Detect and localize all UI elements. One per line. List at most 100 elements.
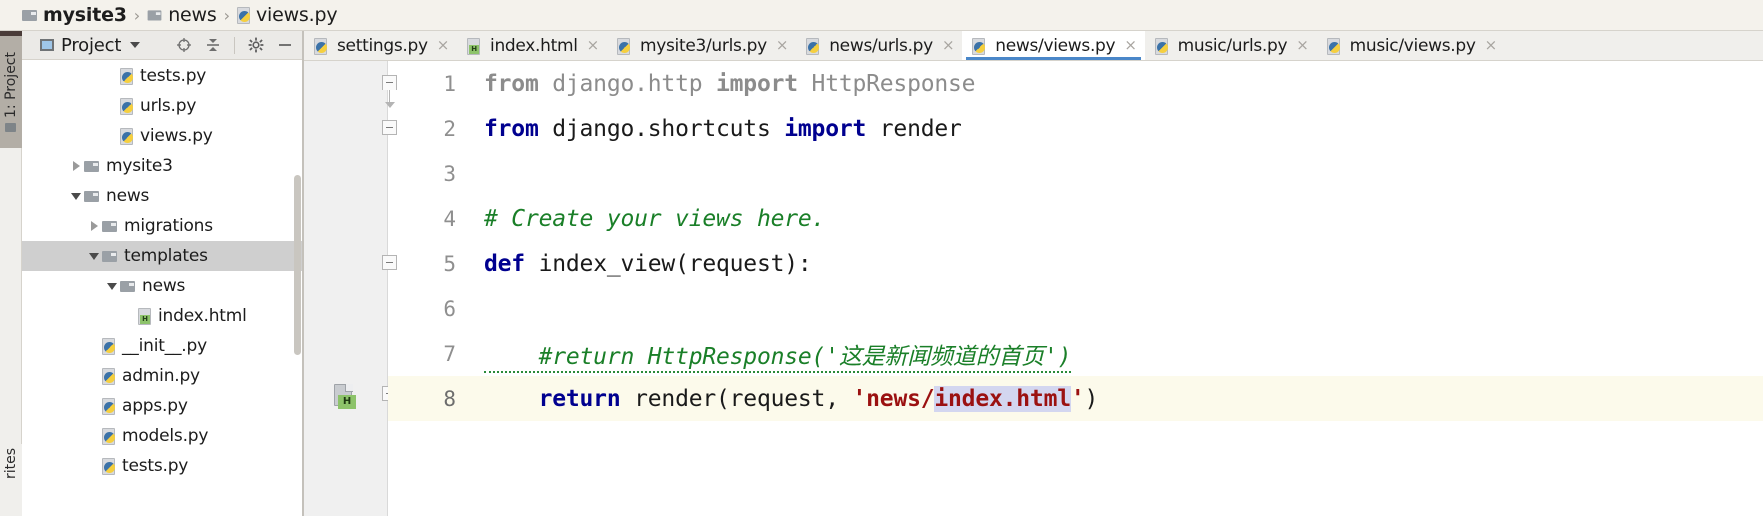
tree-item-tests-py[interactable]: tests.py xyxy=(22,61,303,91)
tree-item-views-py[interactable]: views.py xyxy=(22,121,303,151)
tree-item-tests-py[interactable]: tests.py xyxy=(22,451,303,481)
editor-tab-music-urls-py[interactable]: music/urls.py × xyxy=(1145,31,1317,60)
tree-item-init-py[interactable]: __init__.py xyxy=(22,331,303,361)
breadcrumb-item-mysite3[interactable]: mysite3 xyxy=(22,0,127,31)
collapse-all-icon[interactable] xyxy=(205,37,221,53)
code-editor[interactable]: H 1 from django.http import HttpResponse 2… xyxy=(304,61,1763,516)
tree-item-apps-py[interactable]: apps.py xyxy=(22,391,303,421)
code-token: #return HttpResponse('这是新闻频道的首页') xyxy=(484,343,1072,373)
editor-tab-news-urls-py[interactable]: news/urls.py × xyxy=(796,31,962,60)
close-icon[interactable]: × xyxy=(587,38,600,53)
project-tree-scrollbar[interactable] xyxy=(294,175,301,355)
tree-twisty-collapsed-icon[interactable] xyxy=(86,211,102,241)
editor-tab-music-views-py[interactable]: music/views.py × xyxy=(1317,31,1505,60)
tree-item-urls-py[interactable]: urls.py xyxy=(22,91,303,121)
chevron-down-icon[interactable] xyxy=(130,42,141,48)
code-token: import xyxy=(784,115,867,142)
folder-icon xyxy=(102,250,117,262)
tree-item-label: __init__.py xyxy=(122,336,207,356)
breadcrumb-label: news xyxy=(168,4,217,26)
project-panel-title: Project xyxy=(61,34,122,56)
code-line-8[interactable]: 8 return render(request, 'news/index.htm… xyxy=(388,376,1763,421)
code-text: #return HttpResponse('这是新闻频道的首页') xyxy=(484,337,1072,373)
tree-item-news[interactable]: news xyxy=(22,271,303,301)
tree-twisty-expanded-icon[interactable] xyxy=(104,271,120,301)
editor-tab-mysite3-urls-py[interactable]: mysite3/urls.py × xyxy=(607,31,796,60)
close-icon[interactable]: × xyxy=(1124,38,1137,53)
code-line-3[interactable]: 3 xyxy=(388,151,1763,196)
editor-tab-bar[interactable]: settings.py×index.html×mysite3/urls.py×n… xyxy=(304,31,1763,61)
editor-tab-news-views-py[interactable]: news/views.py × xyxy=(962,31,1145,60)
code-line-1[interactable]: 1 from django.http import HttpResponse xyxy=(388,61,1763,106)
line-number: 8 xyxy=(443,386,456,411)
tree-item-label: news xyxy=(142,276,186,296)
code-line-5[interactable]: 5 def index_view(request): xyxy=(388,241,1763,286)
line-number: 2 xyxy=(443,116,456,141)
close-icon[interactable]: × xyxy=(1485,38,1498,53)
line-number: 4 xyxy=(443,206,456,231)
project-window-icon xyxy=(40,39,54,51)
folder-icon xyxy=(147,9,162,21)
code-line-2[interactable]: 2 from django.shortcuts import render xyxy=(388,106,1763,151)
folder-icon xyxy=(84,190,99,202)
breadcrumb-item-views-py[interactable]: views.py xyxy=(236,0,338,31)
project-panel-header: Project xyxy=(22,31,303,60)
editor-tab-settings-py[interactable]: settings.py × xyxy=(304,31,457,60)
python-file-icon xyxy=(102,398,116,415)
code-text: def index_view(request): xyxy=(484,251,812,277)
code-line-4[interactable]: 4 # Create your views here. xyxy=(388,196,1763,241)
line-number: 3 xyxy=(443,161,456,186)
close-icon[interactable]: × xyxy=(776,38,789,53)
tree-item-news[interactable]: news xyxy=(22,181,303,211)
html-file-gutter-icon[interactable]: H xyxy=(334,384,359,410)
code-token: ) xyxy=(1084,385,1099,412)
tool-window-button-favorites[interactable]: rites xyxy=(0,444,22,516)
tree-twisty-expanded-icon[interactable] xyxy=(86,241,102,271)
breadcrumb-separator-icon: › xyxy=(223,5,230,25)
code-token: render(request, xyxy=(620,385,853,412)
project-tool-window: Project tests.py urls.py views.py mysite… xyxy=(22,31,303,516)
tree-twisty-expanded-icon[interactable] xyxy=(68,181,84,211)
tree-item-migrations[interactable]: migrations xyxy=(22,211,303,241)
tree-item-index-html[interactable]: index.html xyxy=(22,301,303,331)
editor-gutter[interactable]: H xyxy=(304,61,417,516)
code-token: index_view(request): xyxy=(524,250,812,277)
code-line-6[interactable]: 6 xyxy=(388,286,1763,331)
tree-item-models-py[interactable]: models.py xyxy=(22,421,303,451)
tree-twisty-collapsed-icon[interactable] xyxy=(68,151,84,181)
breadcrumb-item-news[interactable]: news xyxy=(147,0,217,31)
tree-item-admin-py[interactable]: admin.py xyxy=(22,361,303,391)
line-number: 7 xyxy=(443,341,456,366)
code-token: ' xyxy=(1070,385,1085,412)
python-file-icon xyxy=(120,98,134,115)
code-token: def xyxy=(484,250,525,277)
close-icon[interactable]: × xyxy=(437,38,450,53)
minimize-icon[interactable] xyxy=(277,37,293,53)
code-line-7[interactable]: 7 #return HttpResponse('这是新闻频道的首页') xyxy=(388,331,1763,376)
code-content[interactable]: 1 from django.http import HttpResponse 2 fr… xyxy=(388,61,1763,516)
tree-item-label: tests.py xyxy=(122,456,189,476)
html-badge: H xyxy=(338,395,356,409)
tool-window-button-project[interactable]: 1: Project xyxy=(0,36,22,148)
python-file-icon xyxy=(616,37,631,55)
code-text: from django.shortcuts import render xyxy=(484,116,962,142)
line-number: 5 xyxy=(443,251,456,276)
locate-target-icon[interactable] xyxy=(176,37,192,53)
gear-icon[interactable] xyxy=(248,37,264,53)
tree-item-templates[interactable]: templates xyxy=(22,241,303,271)
editor-tab-label: news/urls.py xyxy=(829,35,933,56)
breadcrumb-separator-icon: › xyxy=(133,5,141,25)
tree-item-label: urls.py xyxy=(140,96,197,116)
close-icon[interactable]: × xyxy=(1296,38,1309,53)
tree-item-mysite3[interactable]: mysite3 xyxy=(22,151,303,181)
editor-tab-index-html[interactable]: index.html × xyxy=(457,31,607,60)
code-token: django.shortcuts xyxy=(538,115,785,142)
close-icon[interactable]: × xyxy=(942,38,955,53)
project-tree[interactable]: tests.py urls.py views.py mysite3 news migrat… xyxy=(22,61,303,516)
tool-window-project-text: 1: Project xyxy=(3,52,19,118)
